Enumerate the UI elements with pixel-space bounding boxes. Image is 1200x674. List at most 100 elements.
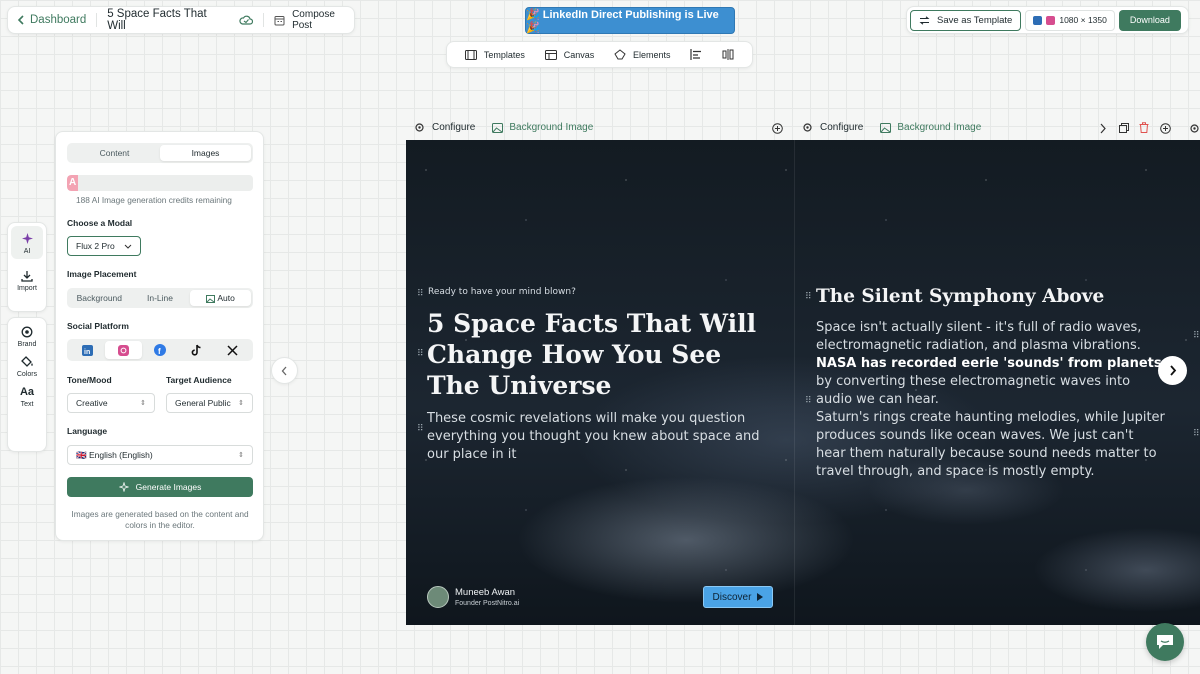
drag-handle-icon[interactable]: ⠿ — [805, 395, 812, 406]
top-left-bar: Dashboard 5 Space Facts That Will Compos… — [7, 6, 355, 34]
paint-bucket-icon — [20, 356, 34, 368]
linkedin-icon: in — [81, 344, 93, 356]
slide2-heading[interactable]: The Silent Symphony Above — [816, 286, 1104, 307]
chat-support-button[interactable] — [1146, 623, 1184, 661]
rail-brand[interactable]: Brand — [8, 318, 46, 348]
social-x[interactable] — [215, 341, 251, 359]
image-icon — [492, 122, 504, 133]
swap-icon — [919, 15, 930, 25]
placement-background[interactable]: Background — [69, 290, 130, 306]
background-image-label: Background Image — [509, 122, 594, 133]
gear-icon[interactable] — [1189, 123, 1200, 134]
generate-images-label: Generate Images — [135, 482, 202, 492]
canvas-icon — [544, 49, 557, 60]
canvas-label: Canvas — [563, 49, 595, 60]
download-button[interactable]: Download — [1118, 9, 1181, 31]
rail-brand-label: Brand — [17, 341, 37, 348]
rail-colors-label: Colors — [16, 371, 38, 378]
slide1-headline[interactable]: 5 Space Facts That Will Change How You S… — [427, 308, 767, 401]
language-label: Language — [67, 426, 108, 436]
panel-tabs: Content Images — [67, 143, 253, 163]
svg-text:f: f — [158, 347, 161, 356]
document-title[interactable]: 5 Space Facts That Will — [107, 8, 223, 32]
chevron-down-icon — [124, 244, 132, 249]
drag-handle-icon[interactable]: ⠿ — [1193, 428, 1200, 439]
slide2-paragraph-1[interactable]: Space isn't actually silent - it's full … — [816, 319, 1166, 409]
placement-inline[interactable]: In-Line — [130, 290, 191, 306]
toolbar-elements[interactable]: Elements — [614, 49, 671, 60]
tab-images[interactable]: Images — [160, 145, 251, 161]
tone-select[interactable]: Creative ⇕ — [67, 393, 155, 413]
trash-icon[interactable] — [1139, 122, 1149, 133]
slide1-config-bar: Configure Background Image — [414, 122, 593, 133]
updown-icon: ⇕ — [140, 400, 146, 407]
canvas-size-label: 1080 × 1350 — [1059, 15, 1107, 25]
compose-post-button[interactable]: Compose Post — [274, 9, 354, 31]
slide2-p1-bold: NASA has recorded eerie 'sounds' from pl… — [816, 356, 1162, 371]
announcement-banner[interactable]: 🎉 LinkedIn Direct Publishing is Live 🎉 — [525, 7, 735, 34]
author-block[interactable]: Muneeb Awan Founder PostNitro.ai — [427, 586, 519, 608]
rail-text[interactable]: Aa Text — [8, 378, 46, 408]
cloud-saved-icon — [239, 15, 254, 25]
social-linkedin[interactable]: in — [69, 341, 105, 359]
drag-handle-icon[interactable]: ⠿ — [805, 291, 812, 302]
elements-label: Elements — [633, 49, 671, 60]
audience-select[interactable]: General Public ⇕ — [166, 393, 253, 413]
toolbar-canvas[interactable]: Canvas — [544, 49, 595, 60]
social-label: Social Platform — [67, 321, 129, 331]
drag-handle-icon[interactable]: ⠿ — [417, 423, 424, 434]
credits-text: 188 AI Image generation credits remainin… — [76, 195, 232, 205]
next-slide-button[interactable] — [1158, 356, 1187, 385]
carousel-canvas: ⠿ Ready to have your mind blown? ⠿ 5 Spa… — [406, 140, 1200, 625]
text-icon: Aa — [19, 386, 35, 398]
social-instagram[interactable] — [105, 341, 142, 359]
language-select[interactable]: 🇬🇧 English (English) ⇕ — [67, 445, 253, 465]
generate-images-button[interactable]: Generate Images — [67, 477, 253, 497]
gear-icon[interactable] — [414, 122, 425, 133]
placement-auto[interactable]: Auto — [190, 290, 252, 306]
configure-label[interactable]: Configure — [820, 122, 863, 133]
add-slide-icon[interactable] — [772, 123, 783, 134]
dashboard-link[interactable]: Dashboard — [8, 14, 86, 26]
editor-toolbar: Templates Canvas Elements — [446, 41, 753, 68]
rail-colors[interactable]: Colors — [8, 348, 46, 378]
discover-button[interactable]: Discover — [703, 586, 773, 608]
canvas-size-button[interactable]: 1080 × 1350 — [1025, 9, 1115, 31]
background-image-button[interactable]: Background Image — [880, 122, 981, 133]
tone-label: Tone/Mood — [67, 375, 112, 385]
drag-handle-icon[interactable]: ⠿ — [417, 288, 424, 299]
avatar — [427, 586, 449, 608]
prev-slide-button[interactable] — [271, 357, 298, 384]
drag-handle-icon[interactable]: ⠿ — [1193, 330, 1200, 341]
chevron-right-icon[interactable] — [1099, 123, 1107, 134]
configure-label[interactable]: Configure — [432, 122, 475, 133]
calendar-icon — [274, 15, 285, 26]
slide2-paragraph-2[interactable]: Saturn's rings create haunting melodies,… — [816, 409, 1166, 481]
save-template-button[interactable]: Save as Template — [910, 9, 1022, 31]
chevron-right-icon — [1169, 365, 1177, 376]
compose-post-label: Compose Post — [292, 9, 335, 31]
add-slide-icon[interactable] — [1160, 123, 1171, 134]
social-tiktok[interactable] — [178, 341, 214, 359]
duplicate-icon[interactable] — [1119, 123, 1129, 133]
model-select[interactable]: Flux 2 Pro — [67, 236, 141, 256]
panel-footnote: Images are generated based on the conten… — [71, 509, 249, 530]
rail-ai[interactable]: AI — [11, 226, 43, 259]
social-facebook[interactable]: f — [142, 341, 178, 359]
background-image-button[interactable]: Background Image — [492, 122, 593, 133]
slide1-subtitle[interactable]: These cosmic revelations will make you q… — [427, 410, 777, 464]
audience-value: General Public — [175, 398, 231, 408]
rail-import[interactable]: Import — [8, 262, 46, 292]
updown-icon: ⇕ — [238, 452, 244, 459]
tab-content[interactable]: Content — [69, 145, 160, 161]
placement-options: Background In-Line Auto — [67, 288, 253, 308]
slide1-hook[interactable]: Ready to have your mind blown? — [428, 287, 576, 297]
facebook-icon: f — [154, 344, 167, 356]
align-left-icon[interactable] — [690, 49, 702, 60]
rail-text-label: Text — [20, 401, 34, 408]
toolbar-templates[interactable]: Templates — [464, 49, 525, 60]
align-center-icon[interactable] — [722, 49, 734, 60]
gear-icon[interactable] — [802, 122, 813, 133]
drag-handle-icon[interactable]: ⠿ — [417, 348, 424, 359]
chevron-left-icon — [281, 366, 288, 376]
